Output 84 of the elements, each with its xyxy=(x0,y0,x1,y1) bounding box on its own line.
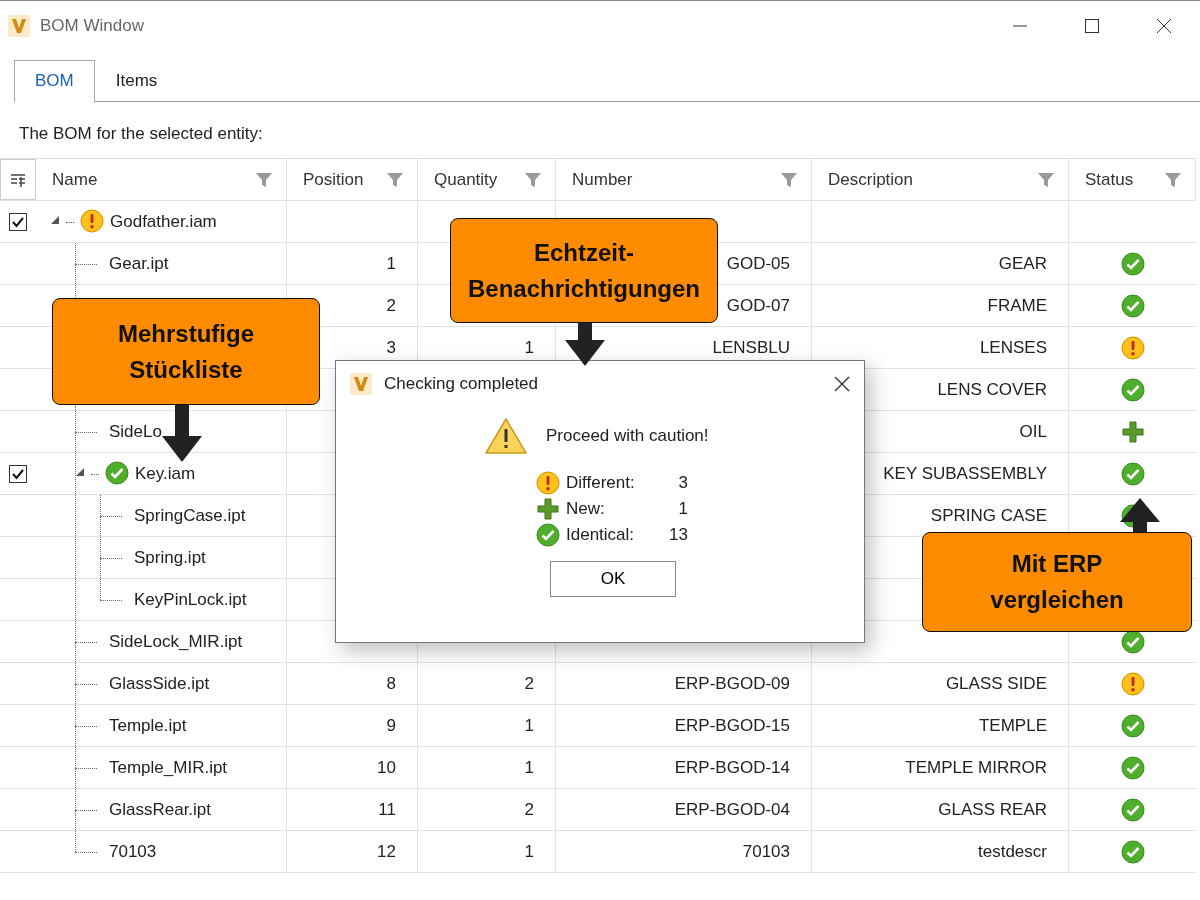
column-header[interactable]: Position xyxy=(303,169,364,190)
checkbox[interactable] xyxy=(9,212,27,231)
filter-icon[interactable] xyxy=(1165,171,1181,188)
app-logo-icon xyxy=(350,373,372,395)
item-name[interactable]: Spring.ipt xyxy=(134,547,206,568)
item-name[interactable]: SideLo xyxy=(109,421,162,442)
summary-count: 1 xyxy=(677,499,688,519)
item-name[interactable]: GlassRear.ipt xyxy=(109,799,212,820)
summary-label: New: xyxy=(566,499,606,519)
summary-label: Identical: xyxy=(566,525,636,545)
table-cell: 11 xyxy=(378,799,396,820)
table-cell: GOD-05 xyxy=(726,253,790,274)
table-cell: 1 xyxy=(524,715,534,736)
table-cell: 1 xyxy=(524,841,534,862)
window-title: BOM Window xyxy=(40,16,145,36)
table-cell: GLASS SIDE xyxy=(945,673,1047,694)
expanded-arrow-icon[interactable] xyxy=(50,215,60,225)
table-cell: 1 xyxy=(386,253,396,274)
item-name[interactable]: Godfather.iam xyxy=(110,211,217,232)
table-cell: OIL xyxy=(1019,421,1047,442)
item-name[interactable]: Gear.ipt xyxy=(109,253,169,274)
column-chooser-icon[interactable] xyxy=(10,171,26,188)
item-name[interactable]: Temple_MIR.ipt xyxy=(109,757,228,778)
callout: Mehrstufige Stückliste xyxy=(52,298,320,405)
filter-icon[interactable] xyxy=(525,171,541,188)
item-name[interactable]: Temple.ipt xyxy=(109,715,187,736)
table-cell: 8 xyxy=(386,673,396,694)
tab[interactable]: Items xyxy=(94,60,179,101)
caption-text: The BOM for the selected entity: xyxy=(19,124,263,143)
table-cell: ERP-BGOD-04 xyxy=(674,799,790,820)
tab[interactable]: BOM xyxy=(14,60,95,102)
table-cell: TEMPLE xyxy=(978,715,1047,736)
table-cell: 2 xyxy=(524,799,534,820)
table-cell: ERP-BGOD-14 xyxy=(674,757,790,778)
filter-icon[interactable] xyxy=(256,171,272,188)
table-cell: ERP-BGOD-09 xyxy=(674,673,790,694)
table-cell: ERP-BGOD-15 xyxy=(674,715,790,736)
callout: Echtzeit-Benachrichtigungen xyxy=(450,218,718,323)
table-cell: 70103 xyxy=(742,841,790,862)
item-name[interactable]: Key.iam xyxy=(135,463,196,484)
column-header[interactable]: Description xyxy=(828,169,914,190)
column-header[interactable]: Name xyxy=(52,169,98,190)
filter-icon[interactable] xyxy=(1038,171,1054,188)
item-name[interactable]: KeyPinLock.ipt xyxy=(134,589,247,610)
table-cell: 1 xyxy=(524,337,534,358)
table-cell: LENS COVER xyxy=(937,379,1047,400)
column-header[interactable]: Number xyxy=(572,169,633,190)
table-cell: 12 xyxy=(377,841,396,862)
table-cell: 1 xyxy=(524,757,534,778)
table-cell: GEAR xyxy=(998,253,1047,274)
checkbox[interactable] xyxy=(9,464,27,483)
column-header[interactable]: Status xyxy=(1085,169,1134,190)
table-cell: 2 xyxy=(524,673,534,694)
table-cell: LENSES xyxy=(979,337,1047,358)
table-cell: KEY SUBASSEMBLY xyxy=(883,463,1047,484)
expanded-arrow-icon[interactable] xyxy=(75,467,85,477)
summary-label: Different: xyxy=(566,473,636,493)
table-cell: LENSBLU xyxy=(712,337,790,358)
table-cell: SPRING CASE xyxy=(930,505,1047,526)
summary-count: 3 xyxy=(677,473,688,493)
dialog-title: Checking completed xyxy=(384,374,540,394)
dialog-message: Proceed with caution! xyxy=(546,426,709,446)
close-icon[interactable] xyxy=(834,376,850,392)
item-name[interactable]: SpringCase.ipt xyxy=(134,505,246,526)
filter-icon[interactable] xyxy=(781,171,797,188)
table-cell: 10 xyxy=(377,757,396,778)
summary-count: 13 xyxy=(668,525,688,545)
app-logo-icon xyxy=(8,15,30,37)
filter-icon[interactable] xyxy=(387,171,403,188)
item-name[interactable]: 70103 xyxy=(109,841,157,862)
table-cell: testdescr xyxy=(978,841,1047,862)
table-cell: 3 xyxy=(386,337,396,358)
item-name[interactable]: GlassSide.ipt xyxy=(109,673,210,694)
table-cell: TEMPLE MIRROR xyxy=(905,757,1047,778)
table-cell: GOD-07 xyxy=(726,295,790,316)
table-cell: FRAME xyxy=(987,295,1047,316)
column-header[interactable]: Quantity xyxy=(434,169,498,190)
callout: Mit ERP vergleichen xyxy=(922,532,1192,632)
table-cell: 9 xyxy=(386,715,396,736)
warning-triangle-icon xyxy=(484,417,528,455)
ok-button[interactable]: OK xyxy=(550,561,676,597)
item-name[interactable]: SideLock_MIR.ipt xyxy=(109,631,243,652)
table-cell: 2 xyxy=(386,295,396,316)
table-cell: GLASS REAR xyxy=(938,799,1047,820)
